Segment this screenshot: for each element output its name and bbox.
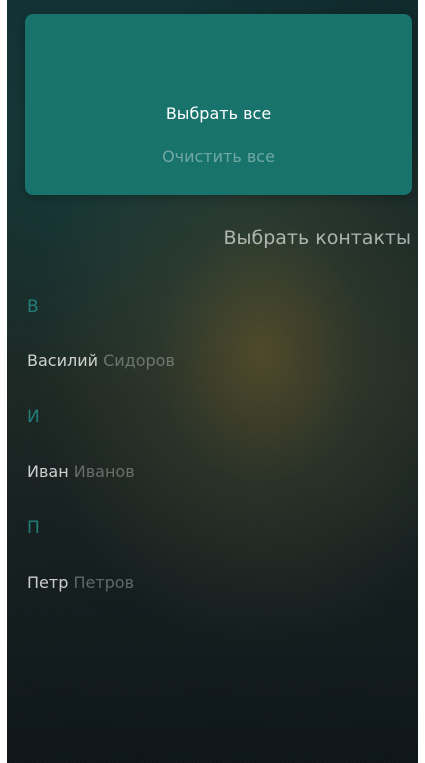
contact-item-ivan-ivanov[interactable]: Иван Иванов [27,462,135,481]
section-header-v: В [27,297,39,317]
contact-first-name: Иван [27,462,69,481]
section-header-p: П [27,518,40,538]
selection-popup-menu: Выбрать все Очистить все [25,14,412,195]
contact-last-name: Петров [73,573,135,592]
clear-all-button[interactable]: Очистить все [25,147,412,166]
contact-last-name: Иванов [73,462,135,481]
select-all-button[interactable]: Выбрать все [25,104,412,123]
contact-item-vasiliy-sidorov[interactable]: Василий Сидоров [27,351,175,370]
contact-first-name: Василий [27,351,98,370]
contact-last-name: Сидоров [103,351,175,370]
section-header-i: И [27,407,40,427]
contact-item-petr-petrov[interactable]: Петр Петров [27,573,134,592]
contact-first-name: Петр [27,573,69,592]
page-title[interactable]: Выбрать контакты [223,227,411,249]
contacts-screen: Выбрать все Очистить все Выбрать контакт… [7,0,418,763]
